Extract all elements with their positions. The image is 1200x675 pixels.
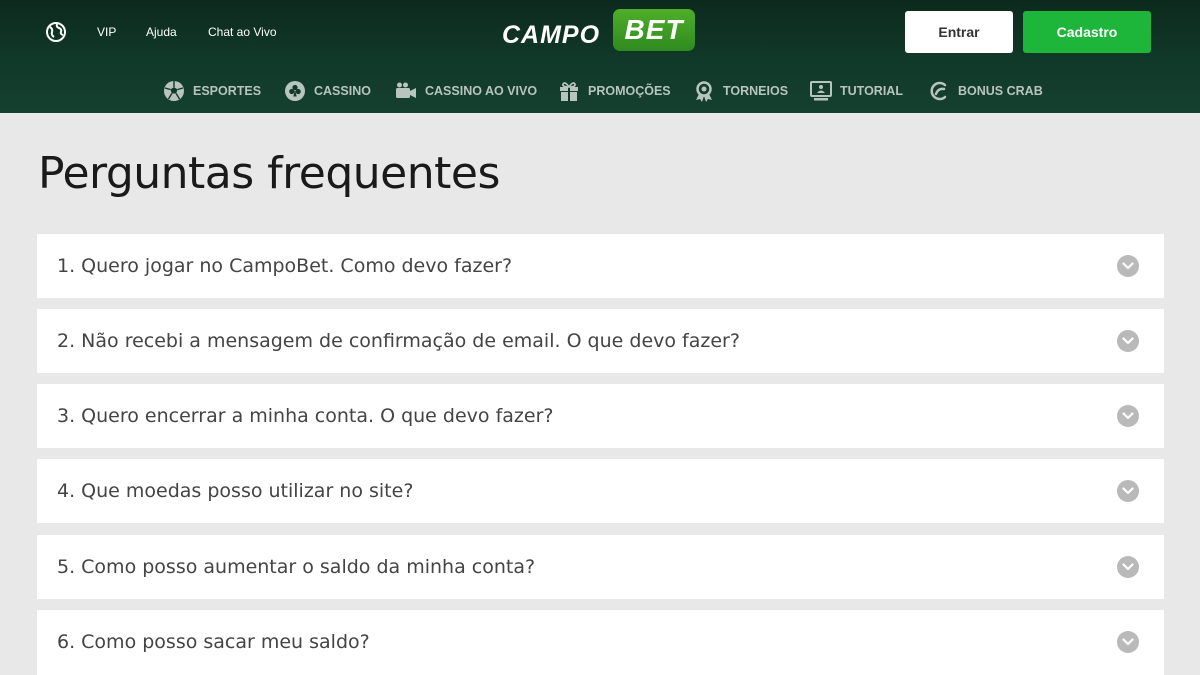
chevron-down-icon[interactable]: [1117, 255, 1139, 277]
faq-question: 4. Que moedas posso utilizar no site?: [57, 480, 414, 502]
nav-label: TORNEIOS: [723, 84, 789, 98]
faq-question: 1. Quero jogar no CampoBet. Como devo fa…: [57, 255, 513, 277]
video-camera-icon: [396, 82, 416, 98]
nav-label: CASSINO AO VIVO: [425, 84, 538, 98]
nav-label: PROMOÇÕES: [588, 84, 671, 98]
nav-label: CASSINO: [314, 84, 371, 98]
soccer-ball-icon: [164, 81, 184, 101]
logo-text-bet: BET: [613, 9, 695, 51]
faq-item[interactable]: 2. Não recebi a mensagem de confirmação …: [37, 309, 1164, 373]
chevron-down-icon[interactable]: [1117, 480, 1139, 502]
login-button[interactable]: Entrar: [905, 11, 1013, 53]
page-title: Perguntas frequentes: [38, 148, 500, 199]
register-button[interactable]: Cadastro: [1023, 11, 1151, 53]
chevron-down-icon[interactable]: [1117, 556, 1139, 578]
nav-label: ESPORTES: [193, 84, 262, 98]
crab-claw-icon: [930, 81, 947, 101]
faq-question: 2. Não recebi a mensagem de confirmação …: [57, 330, 740, 352]
medal-icon: [696, 81, 712, 102]
site-header: VIP Ajuda Chat ao Vivo CAMPO BET Entrar …: [0, 0, 1200, 113]
nav-item-tutorial[interactable]: TUTORIAL: [810, 79, 903, 103]
nav-item-torneios[interactable]: TORNEIOS: [693, 79, 788, 103]
top-link-vip[interactable]: VIP: [97, 25, 116, 39]
top-link-ajuda[interactable]: Ajuda: [146, 25, 177, 39]
nav-item-esportes[interactable]: ESPORTES: [163, 79, 261, 103]
faq-item[interactable]: 1. Quero jogar no CampoBet. Como devo fa…: [37, 234, 1164, 298]
nav-item-bonus-crab[interactable]: BONUS CRAB: [928, 79, 1043, 103]
logo-text-campo: CAMPO: [502, 21, 601, 49]
nav-label: TUTORIAL: [840, 84, 903, 98]
header-top-row: VIP Ajuda Chat ao Vivo CAMPO BET Entrar …: [0, 0, 1200, 64]
faq-question: 6. Como posso sacar meu saldo?: [57, 631, 370, 653]
chevron-down-icon[interactable]: [1117, 405, 1139, 427]
globe-icon[interactable]: [45, 21, 67, 43]
faq-question: 5. Como posso aumentar o saldo da minha …: [57, 556, 536, 578]
main-nav: ESPORTES CASSINO CASSINO AO VIVO PROMOÇÕ…: [0, 70, 1200, 112]
top-link-chat[interactable]: Chat ao Vivo: [208, 25, 277, 39]
faq-item[interactable]: 6. Como posso sacar meu saldo?: [37, 610, 1164, 675]
faq-question: 3. Quero encerrar a minha conta. O que d…: [57, 405, 554, 427]
nav-item-cassino-ao-vivo[interactable]: CASSINO AO VIVO: [395, 79, 537, 103]
nav-item-promocoes[interactable]: PROMOÇÕES: [558, 79, 671, 103]
nav-label: BONUS CRAB: [958, 84, 1043, 98]
campobet-logo[interactable]: CAMPO BET: [500, 9, 700, 53]
chevron-down-icon[interactable]: [1117, 631, 1139, 653]
monitor-icon: [810, 81, 832, 101]
faq-item[interactable]: 5. Como posso aumentar o saldo da minha …: [37, 535, 1164, 599]
chevron-down-icon[interactable]: [1117, 330, 1139, 352]
nav-item-cassino[interactable]: CASSINO: [284, 79, 371, 103]
faq-item[interactable]: 4. Que moedas posso utilizar no site?: [37, 459, 1164, 523]
club-icon: [285, 81, 305, 101]
faq-item[interactable]: 3. Quero encerrar a minha conta. O que d…: [37, 384, 1164, 448]
gift-icon: [560, 82, 578, 101]
